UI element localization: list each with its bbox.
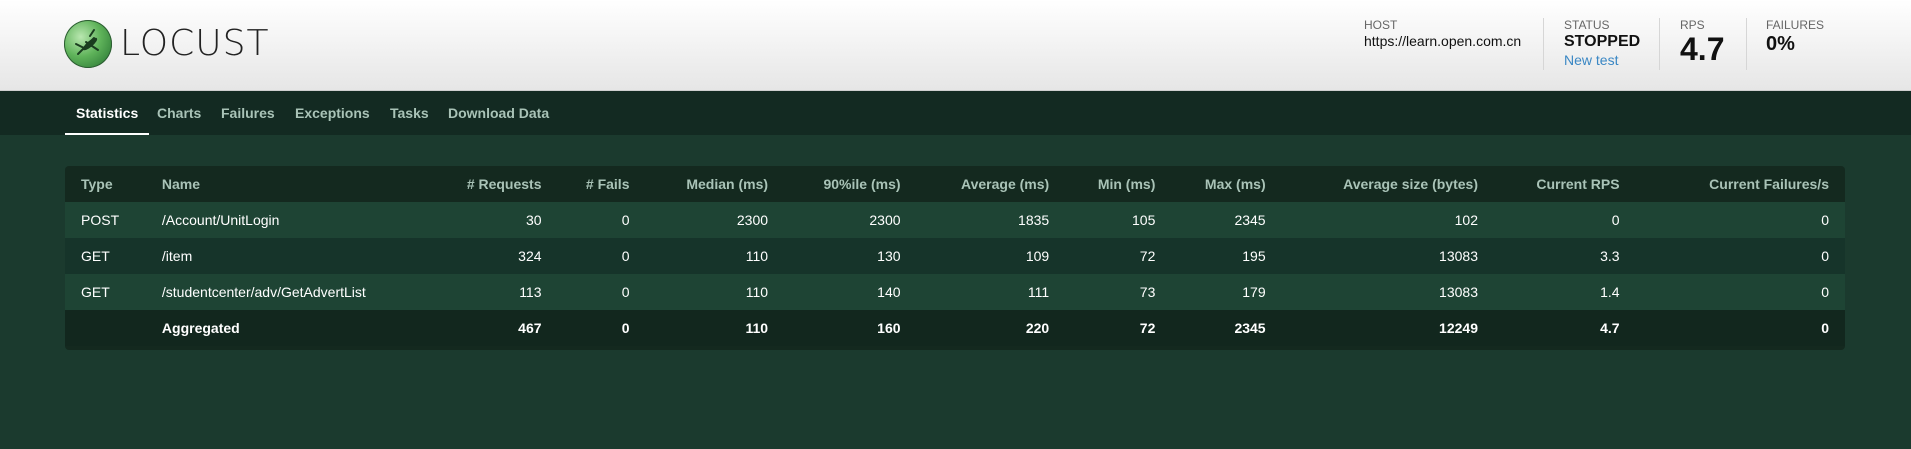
column-header[interactable]: Min (ms) [1065,166,1171,202]
divider [1659,18,1660,70]
table-cell: 0 [1611,212,1620,228]
tab-statistics[interactable]: Statistics [65,91,150,135]
failures-value: 0% [1766,33,1795,55]
table-cell: 130 [877,248,901,264]
column-header[interactable]: Current RPS [1494,166,1636,202]
rps-stat: RPS 4.7 [1680,18,1724,74]
failures-stat: FAILURES 0% [1766,18,1824,74]
table-cell: 3.3 [1600,248,1620,264]
table-cell: 110 [745,320,769,336]
table-cell: 467 [518,320,542,336]
table-cell: 0 [1821,284,1829,300]
table-cell: 160 [877,320,901,336]
divider [1543,18,1544,70]
column-header[interactable]: Current Failures/s [1636,166,1845,202]
tab-download-data[interactable]: Download Data [448,91,549,135]
status-stat: STATUS STOPPED New test [1564,18,1640,74]
table-header-row: Type Name # Requests # Fails Median (ms)… [65,166,1845,202]
locust-logo-icon [64,20,112,68]
table-cell: /item [161,248,193,264]
aggregated-row: Aggregated 467 0 110 160 220 72 2345 122… [65,310,1845,346]
table-cell: 111 [1027,284,1050,300]
table-cell: 0 [621,248,630,264]
table-cell: 2300 [869,212,901,228]
table-cell: 4.7 [1600,320,1620,336]
table-cell: 113 [519,284,542,300]
table-cell: 195 [1242,248,1266,264]
header-bar: LOCUST HOST https://learn.open.com.cn ST… [0,0,1911,91]
table-cell [65,310,146,346]
host-stat: HOST https://learn.open.com.cn [1364,18,1521,74]
status-value: STOPPED [1564,33,1641,50]
statistics-table: Type Name # Requests # Fails Median (ms)… [65,166,1845,350]
table-cell: 0 [1821,212,1829,228]
table-cell: 140 [877,284,901,300]
table-cell: 30 [525,212,542,228]
table-cell: 0 [621,284,630,300]
table-cell: 72 [1139,320,1156,336]
table-cell: 105 [1132,212,1156,228]
table-cell: 12249 [1439,320,1478,336]
table-cell: 110 [745,248,769,264]
table-cell: 13083 [1439,248,1478,264]
tab-exceptions[interactable]: Exceptions [295,91,370,135]
column-header[interactable]: Type [65,166,146,202]
table-cell: 110 [745,284,769,300]
table-cell: 2300 [736,212,769,228]
table-cell: 324 [518,248,542,264]
failures-label: FAILURES [1766,18,1825,32]
table-row: GET /studentcenter/adv/GetAdvertList 113… [65,274,1845,310]
table-cell: 0 [621,212,630,228]
table-cell: 179 [1242,284,1266,300]
tab-charts[interactable]: Charts [157,91,201,135]
rps-label: RPS [1680,18,1705,32]
table-cell: /Account/UnitLogin [161,212,280,228]
table-cell: 72 [1139,248,1156,264]
tab-tasks[interactable]: Tasks [390,91,429,135]
table-cell: 109 [1025,248,1050,264]
divider [1746,18,1747,70]
table-cell: 0 [621,320,630,336]
column-header[interactable]: # Requests [429,166,557,202]
column-header[interactable]: Average (ms) [917,166,1066,202]
table-cell: 1.4 [1600,284,1620,300]
table-cell: GET [81,248,110,264]
column-header[interactable]: Median (ms) [646,166,785,202]
table-cell: POST [81,212,120,228]
column-header[interactable]: # Fails [558,166,646,202]
host-value: https://learn.open.com.cn [1364,33,1522,49]
table-cell: GET [81,284,110,300]
table-row: GET /item 324 0 110 130 109 72 195 13083… [65,238,1845,274]
table-cell: 1835 [1018,212,1050,228]
status-label: STATUS [1564,18,1610,32]
rps-value: 4.7 [1680,31,1725,67]
table-cell: 0 [1821,320,1829,336]
tab-bar: Statistics Charts Failures Exceptions Ta… [0,91,1911,135]
table-cell: /studentcenter/adv/GetAdvertList [161,284,366,300]
table-cell: Aggregated [161,320,240,336]
table-cell: 2345 [1234,212,1266,228]
host-label: HOST [1364,18,1398,32]
table-cell: 102 [1454,212,1478,228]
table-cell: 73 [1139,284,1156,300]
column-header[interactable]: 90%ile (ms) [784,166,916,202]
column-header[interactable]: Name [146,166,429,202]
column-header[interactable]: Max (ms) [1171,166,1281,202]
locust-logo[interactable]: LOCUST [64,20,269,68]
new-test-link[interactable]: New test [1564,52,1640,68]
table-cell: 13083 [1439,284,1478,300]
column-header[interactable]: Average size (bytes) [1282,166,1494,202]
table-cell: 220 [1025,320,1050,336]
table-row: POST /Account/UnitLogin 30 0 2300 2300 1… [65,202,1845,238]
table-cell: 0 [1821,248,1829,264]
table-cell: 2345 [1234,320,1266,336]
logo-text: LOCUST [120,23,270,64]
tab-failures[interactable]: Failures [221,91,275,135]
